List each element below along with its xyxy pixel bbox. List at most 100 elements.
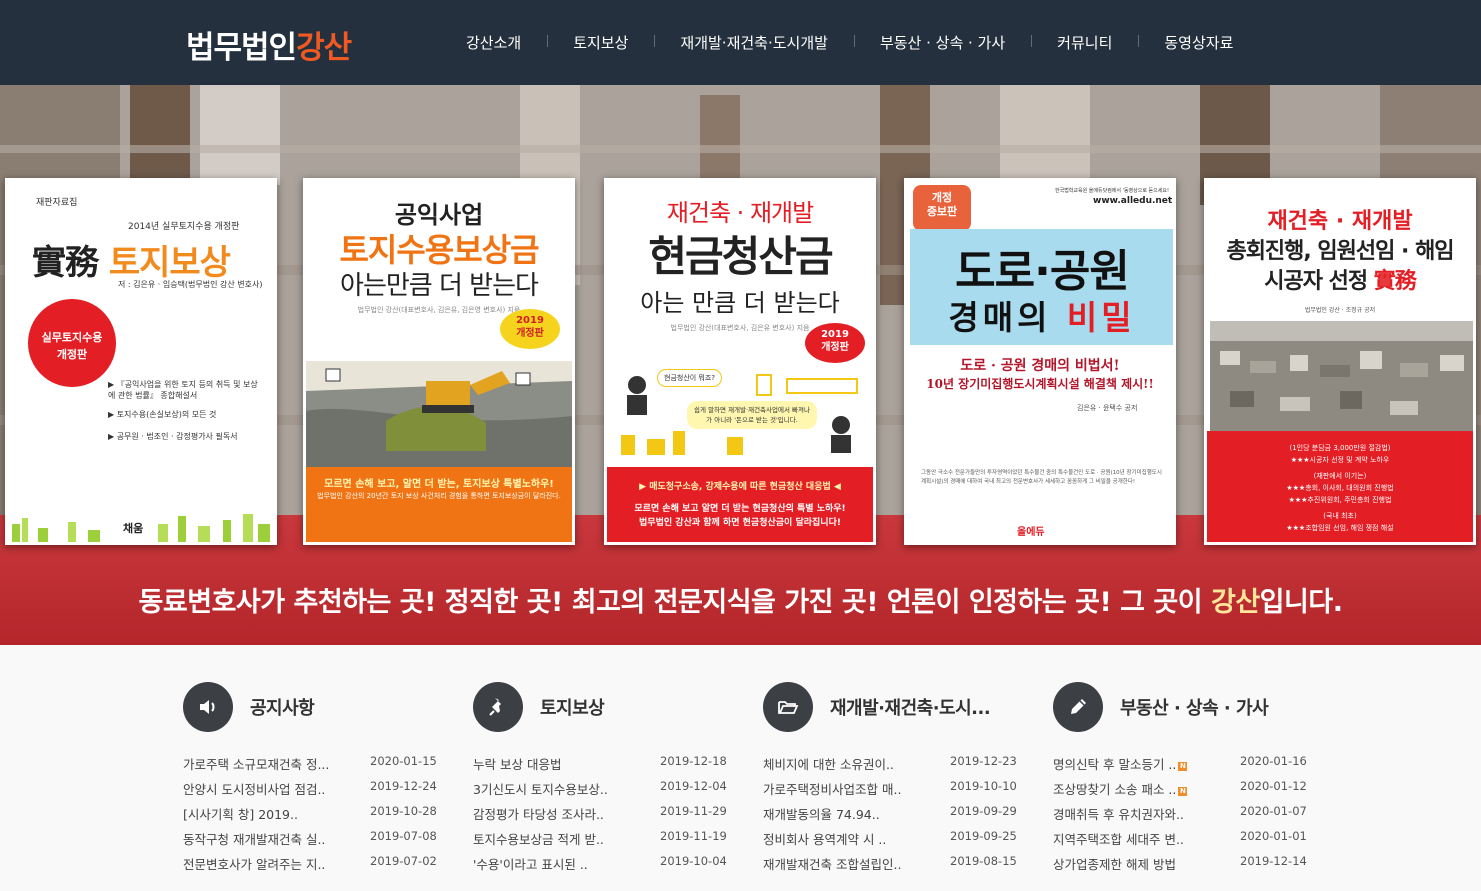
section-title: 공지사항 [250, 698, 315, 719]
post-title[interactable]: 토지수용보상금 적게 받.. [473, 829, 604, 848]
list-item[interactable]: 조상땅찾기 소송 패소 .. N 2020-01-12 [1053, 776, 1307, 801]
list-item[interactable]: 재개발재건축 조합설립인.. 2019-08-15 [763, 851, 1017, 876]
post-date: 2019-08-15 [950, 854, 1017, 868]
tagline-line: (1인당 분담금 3,000만원 절감법) [1289, 444, 1391, 452]
list-item[interactable]: 감정평가 타당성 조사라.. 2019-11-29 [473, 801, 727, 826]
list-item[interactable]: 누락 보상 대응법 2019-12-18 [473, 751, 727, 776]
list-item[interactable]: 가로주택정비사업조합 매.. 2019-10-10 [763, 776, 1017, 801]
site-logo[interactable]: 법무법인강산 [186, 22, 352, 67]
post-date: 2019-09-29 [950, 804, 1017, 818]
pin-icon [473, 682, 523, 732]
list-item[interactable]: 안양시 도시정비사업 점검.. 2019-12-24 [183, 776, 437, 801]
book-cover-land-expropriation[interactable]: 공익사업 토지수용보상금 아는만큼 더 받는다 법무법인 강산(대표변호사, 김… [303, 178, 575, 545]
section-header[interactable]: 재개발·재건축·도시... [763, 682, 1013, 732]
section-header[interactable]: 공지사항 [183, 682, 433, 732]
nav-item-about[interactable]: 강산소개 [440, 32, 547, 53]
book-cover-land-compensation-practice[interactable]: 재판자료집 2014년 실무토지수용 개정판 實務 토지보상 저 : 김은유 ·… [5, 178, 277, 545]
post-title[interactable]: 지역주택조합 세대주 변.. [1053, 829, 1184, 848]
tagline-line: (국내 최초) [1323, 512, 1357, 520]
section-title: 재개발·재건축·도시... [830, 698, 991, 719]
notice-section: 공지사항 가로주택 소규모재건축 정... 2020-01-15 안양시 도시정비… [183, 682, 437, 876]
section-title: 부동산 · 상속 · 가사 [1120, 698, 1269, 719]
book-cover-cash-settlement[interactable]: 재건축 · 재개발 현금청산금 아는 만큼 더 받는다 법무법인 강산(대표변호… [604, 178, 876, 545]
speech-bubble: 쉽게 말하면 재개발·재건축사업에서 빠져나가 아니라 '돈으로 받는 것'입니… [687, 401, 817, 429]
book-title-line-3: 시공자 선정 實務 [1207, 263, 1473, 295]
book-title-line-2: 경매의 비밀 [910, 291, 1173, 339]
book-bullet: ▶ 공무원 · 법조인 · 감정평가사 필독서 [108, 432, 238, 441]
post-date: 2020-01-15 [370, 754, 437, 768]
post-title[interactable]: 정비회사 용역계약 시 .. [763, 829, 886, 848]
post-date: 2020-01-12 [1240, 779, 1307, 793]
book-subtitle-2: 10년 장기미집행도시계획시설 해결책 제시!! [926, 377, 1154, 391]
post-title[interactable]: 명의신탁 후 말소등기 .. N [1053, 754, 1188, 773]
list-item[interactable]: 체비지에 대한 소유권이.. 2019-12-23 [763, 751, 1017, 776]
post-title[interactable]: 재개발재건축 조합설립인.. [763, 854, 901, 873]
post-date: 2019-12-24 [370, 779, 437, 793]
tagline-2: 법무법인 강산과 함께 하면 현금청산금이 달라집니다! [639, 518, 841, 528]
post-date: 2019-09-25 [950, 829, 1017, 843]
section-header[interactable]: 부동산 · 상속 · 가사 [1053, 682, 1303, 732]
post-title[interactable]: 경매취득 후 유치권자와.. [1053, 804, 1184, 823]
post-date: 2019-12-04 [660, 779, 727, 793]
post-date: 2020-01-16 [1240, 754, 1307, 768]
post-title[interactable]: 감정평가 타당성 조사라.. [473, 804, 604, 823]
post-title[interactable]: [시사기획 창] 2019.. [183, 804, 298, 823]
book-cover-reconstruction-practice[interactable]: 재건축 · 재개발 총회진행, 임원선임 · 해임 시공자 선정 實務 법무법인… [1204, 178, 1476, 545]
post-title[interactable]: 조상땅찾기 소송 패소 .. N [1053, 779, 1188, 798]
post-title[interactable]: 재개발동의율 74.94.. [763, 804, 880, 823]
tagline-1: 모르면 손해 보고 알면 더 받는 현금청산의 특별 노하우! [634, 504, 846, 514]
post-date: 2019-10-28 [370, 804, 437, 818]
post-title[interactable]: '수용'이라고 표시된 .. [473, 854, 588, 873]
pencil-icon [1053, 682, 1103, 732]
badge-label: 개정판 [516, 328, 544, 339]
list-item[interactable]: 토지수용보상금 적게 받.. 2019-11-19 [473, 826, 727, 851]
city-photo-graphic [1210, 321, 1473, 431]
post-title[interactable]: 체비지에 대한 소유권이.. [763, 754, 894, 773]
list-item[interactable]: 전문변호사가 알려주는 지.. 2019-07-02 [183, 851, 437, 876]
excavator-landscape-graphic [306, 361, 572, 467]
hero-slogan: 동료변호사가 추천하는 곳! 정직한 곳! 최고의 전문지식을 가진 곳! 언론… [0, 580, 1481, 619]
list-item[interactable]: 명의신탁 후 말소등기 .. N 2020-01-16 [1053, 751, 1307, 776]
real-estate-section: 부동산 · 상속 · 가사 명의신탁 후 말소등기 .. N 2020-01-16 … [1053, 682, 1307, 876]
post-title[interactable]: 3기신도시 토지수용보상.. [473, 779, 608, 798]
post-title[interactable]: 누락 보상 대응법 [473, 754, 561, 773]
list-item[interactable]: 가로주택 소규모재건축 정... 2020-01-15 [183, 751, 437, 776]
edition-badge: 2019 개정판 [500, 309, 560, 349]
badge-line-2: 개정판 [56, 348, 88, 361]
book-cover-road-park-auction[interactable]: 개정 증보판 한국법학교육원 올에듀닷컴에서 '동영상으로 듣으세요! www.a… [904, 178, 1176, 545]
nav-item-videos[interactable]: 동영상자료 [1138, 32, 1259, 53]
speaker-icon [183, 682, 233, 732]
nav-item-real-estate[interactable]: 부동산 · 상속 · 가사 [853, 32, 1031, 53]
hero-banner: 동료변호사가 추천하는 곳! 정직한 곳! 최고의 전문지식을 가진 곳! 언론… [0, 85, 1481, 645]
post-title[interactable]: 가로주택 소규모재건축 정... [183, 754, 329, 773]
nav-item-community[interactable]: 커뮤니티 [1031, 32, 1138, 53]
section-title: 토지보상 [540, 698, 605, 719]
section-header[interactable]: 토지보상 [473, 682, 723, 732]
post-title[interactable]: 동작구청 재개발재건축 실.. [183, 829, 325, 848]
tagline-1: 모르면 손해 보고, 알면 더 받는, 토지보상 특별노하우! [324, 479, 554, 490]
nav-item-redevelopment[interactable]: 재개발·재건축·도시개발 [654, 32, 854, 53]
post-list: 체비지에 대한 소유권이.. 2019-12-23 가로주택정비사업조합 매.. 2… [763, 751, 1017, 876]
list-item[interactable]: '수용'이라고 표시된 .. 2019-10-04 [473, 851, 727, 876]
list-item[interactable]: 재개발동의율 74.94.. 2019-09-29 [763, 801, 1017, 826]
list-item[interactable]: 3기신도시 토지수용보상.. 2019-12-04 [473, 776, 727, 801]
post-title[interactable]: 가로주택정비사업조합 매.. [763, 779, 901, 798]
post-title[interactable]: 안양시 도시정비사업 점검.. [183, 779, 325, 798]
tagline-2: 법무법인 강산의 20년간 토지 보상 사건처리 경험을 통하면 토지보상금이 … [317, 492, 561, 500]
list-item[interactable]: 동작구청 재개발재건축 실.. 2019-07-08 [183, 826, 437, 851]
book-author: 김은유 · 윤택수 공저 [1077, 404, 1138, 412]
edition-badge: 2019 개정판 [805, 323, 865, 363]
book-description: 그동안 극소수 전문가들만의 투자영역이었던 특수물건 중의 특수물건인 도로 … [921, 470, 1162, 485]
book-edition: 2014년 실무토지수용 개정판 [128, 222, 240, 232]
post-date: 2019-10-04 [660, 854, 727, 868]
list-item[interactable]: 상가업종제한 해제 방법 2019-12-14 [1053, 851, 1307, 876]
nav-item-land-compensation[interactable]: 토지보상 [547, 32, 654, 53]
list-item[interactable]: 지역주택조합 세대주 변.. 2020-01-01 [1053, 826, 1307, 851]
post-title[interactable]: 전문변호사가 알려주는 지.. [183, 854, 325, 873]
list-item[interactable]: 경매취득 후 유치권자와.. 2020-01-07 [1053, 801, 1307, 826]
badge-year: 2019 [821, 329, 849, 340]
post-title[interactable]: 상가업종제한 해제 방법 [1053, 854, 1176, 873]
list-item[interactable]: [시사기획 창] 2019.. 2019-10-28 [183, 801, 437, 826]
post-list: 누락 보상 대응법 2019-12-18 3기신도시 토지수용보상.. 2019-1… [473, 751, 727, 876]
list-item[interactable]: 정비회사 용역계약 시 .. 2019-09-25 [763, 826, 1017, 851]
